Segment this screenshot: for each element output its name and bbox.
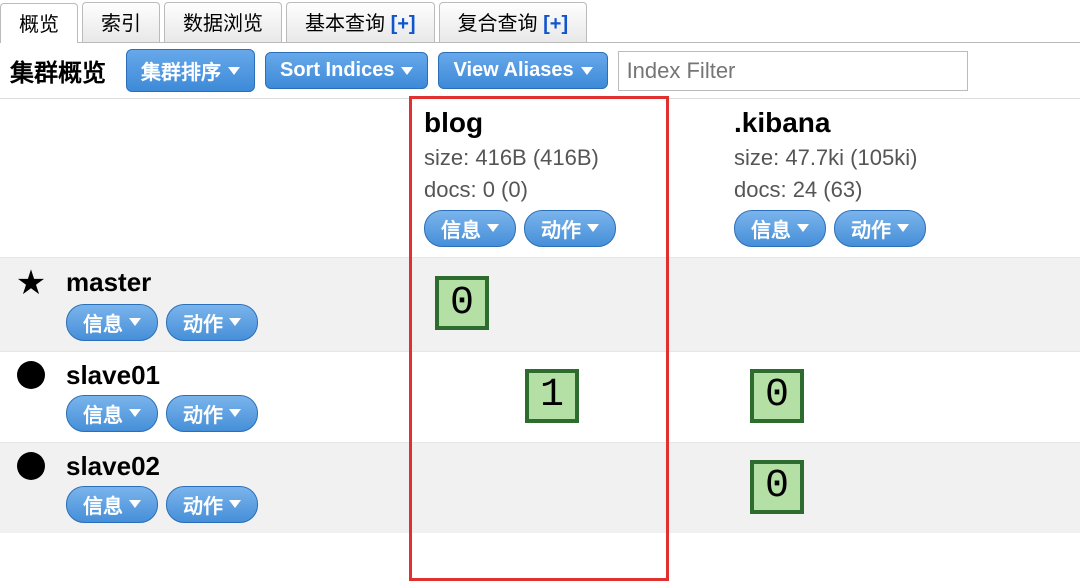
- index-pill-row: 信息 动作: [424, 210, 706, 247]
- blog-shard-cell-0: 0: [410, 257, 720, 351]
- node-info-button[interactable]: 信息: [66, 395, 158, 432]
- chevron-down-icon: [797, 224, 809, 232]
- index-header-0: blog size: 416B (416B) docs: 0 (0) 信息 动作: [410, 99, 720, 257]
- kibana-shard-cell-1: 0: [720, 351, 1080, 442]
- node-name[interactable]: slave02: [66, 451, 160, 482]
- dot-icon: [17, 361, 45, 389]
- empty-header-cell: [0, 99, 410, 257]
- chevron-down-icon: [229, 500, 241, 508]
- shard-box[interactable]: 0: [435, 276, 489, 330]
- shard-box[interactable]: 0: [750, 369, 804, 423]
- chevron-down-icon: [129, 409, 141, 417]
- star-icon: ★: [16, 266, 46, 300]
- node-pill-row: 信息 动作: [14, 395, 258, 432]
- toolbar: 集群概览 集群排序 Sort Indices View Aliases: [0, 43, 1080, 99]
- chevron-down-icon: [129, 500, 141, 508]
- sort-cluster-button[interactable]: 集群排序: [126, 49, 255, 92]
- dot-icon: [17, 452, 45, 480]
- node-icon: [14, 452, 48, 480]
- tab-1[interactable]: 索引: [82, 2, 160, 42]
- index-size: size: 416B (416B): [424, 145, 706, 171]
- sort-indices-button[interactable]: Sort Indices: [265, 52, 428, 89]
- tab-0[interactable]: 概览: [0, 3, 78, 43]
- index-action-button[interactable]: 动作: [834, 210, 926, 247]
- chevron-down-icon: [897, 224, 909, 232]
- blog-shard-cell-1: 1: [410, 351, 720, 442]
- shard-box[interactable]: 0: [750, 460, 804, 514]
- chevron-down-icon: [401, 67, 413, 75]
- chevron-down-icon: [129, 318, 141, 326]
- chevron-down-icon: [229, 318, 241, 326]
- kibana-shard-cell-0: [720, 257, 1080, 351]
- tab-3[interactable]: 基本查询 [+]: [286, 2, 435, 42]
- sort-cluster-label: 集群排序: [141, 56, 221, 85]
- tab-4[interactable]: 复合查询 [+]: [439, 2, 588, 42]
- index-info-button[interactable]: 信息: [424, 210, 516, 247]
- node-info-button[interactable]: 信息: [66, 304, 158, 341]
- chevron-down-icon: [229, 409, 241, 417]
- chevron-down-icon: [587, 224, 599, 232]
- index-size: size: 47.7ki (105ki): [734, 145, 1066, 171]
- tab-2[interactable]: 数据浏览: [164, 2, 282, 42]
- plus-icon: [+]: [391, 13, 416, 35]
- view-aliases-button[interactable]: View Aliases: [438, 52, 607, 89]
- view-aliases-label: View Aliases: [453, 59, 573, 82]
- node-cell-1: slave01 信息 动作: [0, 351, 410, 442]
- index-pill-row: 信息 动作: [734, 210, 1066, 247]
- node-icon: [14, 361, 48, 389]
- node-icon: ★: [14, 266, 48, 300]
- index-docs: docs: 0 (0): [424, 177, 706, 203]
- node-action-button[interactable]: 动作: [166, 304, 258, 341]
- chevron-down-icon: [581, 67, 593, 75]
- node-pill-row: 信息 动作: [14, 486, 258, 523]
- index-docs: docs: 24 (63): [734, 177, 1066, 203]
- sort-indices-label: Sort Indices: [280, 59, 394, 82]
- shard-box[interactable]: 1: [525, 369, 579, 423]
- node-pill-row: 信息 动作: [14, 304, 258, 341]
- index-info-button[interactable]: 信息: [734, 210, 826, 247]
- chevron-down-icon: [228, 67, 240, 75]
- node-action-button[interactable]: 动作: [166, 486, 258, 523]
- plus-icon: [+]: [543, 13, 568, 35]
- node-cell-2: slave02 信息 动作: [0, 442, 410, 533]
- node-info-button[interactable]: 信息: [66, 486, 158, 523]
- node-action-button[interactable]: 动作: [166, 395, 258, 432]
- index-name[interactable]: .kibana: [734, 107, 1066, 139]
- tab-bar: 概览索引数据浏览基本查询 [+]复合查询 [+]: [0, 0, 1080, 43]
- node-name[interactable]: slave01: [66, 360, 160, 391]
- index-action-button[interactable]: 动作: [524, 210, 616, 247]
- blog-shard-cell-2: [410, 442, 720, 533]
- index-filter-input[interactable]: [618, 51, 968, 91]
- index-name[interactable]: blog: [424, 107, 706, 139]
- kibana-shard-cell-2: 0: [720, 442, 1080, 533]
- chevron-down-icon: [487, 224, 499, 232]
- node-cell-0: ★ master 信息 动作: [0, 257, 410, 351]
- cluster-title: 集群概览: [10, 53, 106, 88]
- index-header-1: .kibana size: 47.7ki (105ki) docs: 24 (6…: [720, 99, 1080, 257]
- node-name[interactable]: master: [66, 267, 151, 298]
